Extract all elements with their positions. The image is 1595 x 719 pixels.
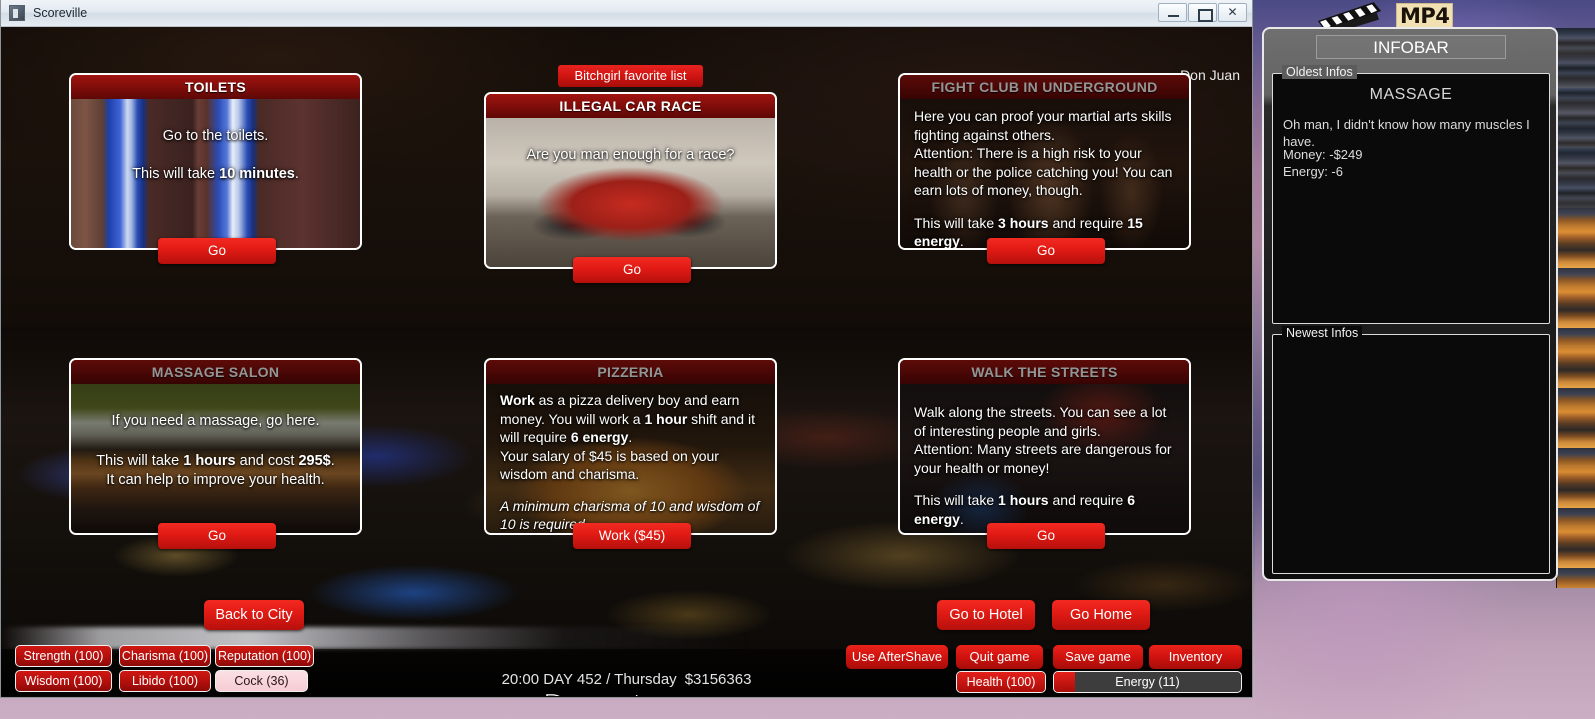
close-button[interactable] — [1218, 3, 1247, 22]
walk-description: Walk along the streets. You can see a lo… — [900, 384, 1189, 533]
bitchgirl-favorite-list-button[interactable]: Bitchgirl favorite list — [558, 65, 703, 87]
stat-charisma[interactable]: Charisma (100) — [119, 645, 211, 667]
stat-strength[interactable]: Strength (100) — [15, 645, 112, 667]
toilets-description: Go to the toilets. This will take 10 min… — [71, 99, 360, 248]
stat-cock[interactable]: Cock (36) — [215, 670, 308, 692]
fight-club-p1: Here you can proof your martial arts ski… — [914, 108, 1172, 143]
race-go-button[interactable]: Go — [573, 257, 691, 283]
fight-club-p2: Attention: There is a high risk to your … — [914, 145, 1173, 198]
pizzeria-work-button[interactable]: Work ($45) — [573, 523, 691, 549]
health-bar-label: Health (100) — [966, 675, 1036, 689]
card-toilets: TOILETS Go to the toilets. This will tak… — [69, 73, 362, 264]
toilets-line-1: Go to the toilets. — [162, 128, 269, 144]
pizzeria-p1: Work as a pizza delivery boy and earn mo… — [500, 392, 755, 445]
health-bar[interactable]: Health (100) — [956, 671, 1046, 693]
fight-club-description: Here you can proof your martial arts ski… — [900, 99, 1189, 248]
oldest-info-energy: Energy: -6 — [1283, 164, 1343, 179]
go-home-button[interactable]: Go Home — [1052, 600, 1150, 630]
massage-line-1: If you need a massage, go here. — [111, 413, 320, 429]
card-walk-the-streets: WALK THE STREETS Walk along the streets.… — [898, 358, 1191, 549]
toilets-go-button[interactable]: Go — [158, 238, 276, 264]
newest-infos-label: Newest Infos — [1282, 326, 1363, 340]
race-line-1: Are you man enough for a race? — [526, 147, 735, 163]
infobar-window: INFOBAR Oldest Infos MASSAGE Oh man, I d… — [1262, 27, 1558, 581]
oldest-infos-group: Oldest Infos MASSAGE Oh man, I didn't kn… — [1272, 65, 1550, 324]
pizzeria-p2: Your salary of $45 is based on your wisd… — [500, 447, 719, 483]
quit-game-button[interactable]: Quit game — [956, 645, 1043, 669]
massage-description: If you need a massage, go here. This wil… — [71, 384, 360, 533]
energy-bar-label: Energy (11) — [1115, 675, 1180, 689]
app-icon — [9, 5, 25, 21]
massage-line-2: This will take 1 hours and cost 295$. — [96, 453, 335, 469]
pizzeria-description: Work as a pizza delivery boy and earn mo… — [486, 384, 775, 533]
massage-go-button[interactable]: Go — [158, 523, 276, 549]
stat-libido[interactable]: Libido (100) — [119, 670, 211, 692]
desktop-side-photo-top — [1556, 28, 1595, 208]
go-to-hotel-button[interactable]: Go to Hotel — [937, 600, 1035, 630]
oldest-info-heading: MASSAGE — [1369, 86, 1453, 103]
oldest-info-money: Money: -$249 — [1283, 147, 1363, 162]
card-fight-club: FIGHT CLUB IN UNDERGROUND Here you can p… — [898, 73, 1191, 264]
game-viewport: Bitchgirl favorite list Don Juan TOILETS… — [1, 27, 1252, 696]
energy-bar[interactable]: Energy (11) — [1053, 671, 1242, 693]
newest-infos-group: Newest Infos — [1272, 326, 1550, 574]
card-pizzeria: PIZZERIA Work as a pizza delivery boy an… — [484, 358, 777, 549]
massage-line-3: It can help to improve your health. — [106, 472, 325, 488]
walk-p1: Walk along the streets. You can see a lo… — [914, 404, 1167, 439]
infobar-title: INFOBAR — [1316, 35, 1506, 59]
card-massage-salon: MASSAGE SALON If you need a massage, go … — [69, 358, 362, 549]
oldest-info-message: Oh man, I didn't know how many muscles I… — [1283, 117, 1530, 149]
player-money: $3156363 — [684, 671, 752, 688]
walk-go-button[interactable]: Go — [987, 523, 1105, 549]
window-titlebar[interactable]: Scoreville — [1, 0, 1252, 27]
card-illegal-car-race: ILLEGAL CAR RACE Are you man enough for … — [484, 92, 777, 283]
window-controls — [1158, 3, 1248, 22]
desktop-icon-mp4-label: MP4 — [1396, 3, 1454, 30]
race-title: ILLEGAL CAR RACE — [486, 94, 775, 118]
race-description: Are you man enough for a race? — [486, 118, 775, 267]
minimize-button[interactable] — [1158, 3, 1187, 22]
toilets-line-2: This will take 10 minutes. — [132, 166, 299, 182]
save-game-button[interactable]: Save game — [1053, 645, 1143, 669]
oldest-infos-label: Oldest Infos — [1282, 65, 1357, 79]
stat-reputation[interactable]: Reputation (100) — [215, 645, 314, 667]
maximize-button[interactable] — [1188, 3, 1217, 22]
fight-club-go-button[interactable]: Go — [987, 238, 1105, 264]
window-title: Scoreville — [33, 6, 88, 20]
scoreville-window: Scoreville Bitchgirl favorite list Don J… — [0, 0, 1253, 698]
back-to-city-button[interactable]: Back to City — [204, 600, 304, 630]
use-aftershave-button[interactable]: Use AfterShave — [846, 645, 948, 669]
stat-wisdom[interactable]: Wisdom (100) — [15, 670, 112, 692]
game-time: 20:00 DAY 452 / Thursday — [501, 671, 677, 688]
toilets-title: TOILETS — [71, 75, 360, 99]
walk-p2: Attention: Many streets are dangerous fo… — [914, 441, 1172, 476]
inventory-button[interactable]: Inventory — [1149, 645, 1242, 669]
